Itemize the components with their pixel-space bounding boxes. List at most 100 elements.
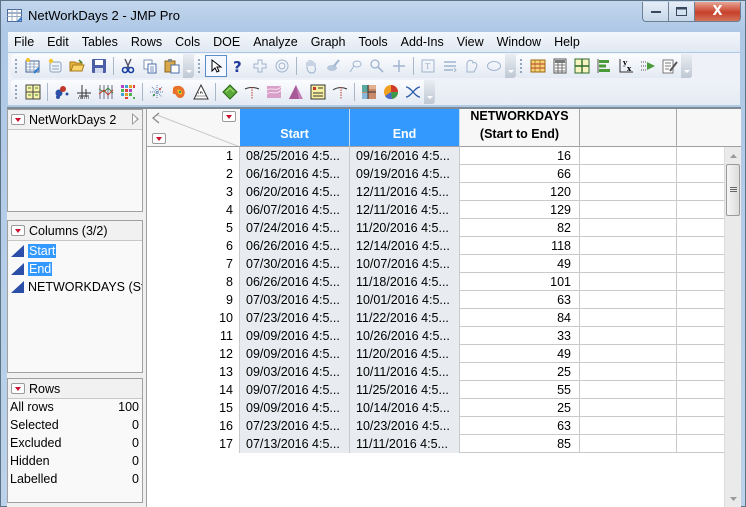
cell-end[interactable]: 09/16/2016 4:5...: [350, 147, 460, 165]
row-number[interactable]: 11: [147, 327, 240, 345]
cell-networkdays[interactable]: 63: [460, 291, 580, 309]
table-row[interactable]: 13 09/03/2016 4:5... 10/11/2016 4:5... 25: [147, 363, 733, 381]
cell-empty[interactable]: [580, 435, 677, 453]
cross-curve-button[interactable]: [402, 81, 424, 103]
row-number[interactable]: 10: [147, 309, 240, 327]
table-row[interactable]: 2 06/16/2016 4:5... 09/19/2016 4:5... 66: [147, 165, 733, 183]
column-header-empty[interactable]: [677, 109, 741, 147]
cell-end[interactable]: 11/11/2016 4:5...: [350, 435, 460, 453]
cell-empty[interactable]: [580, 309, 677, 327]
table-row[interactable]: 7 07/30/2016 4:5... 10/07/2016 4:5... 49: [147, 255, 733, 273]
scroll-thumb[interactable]: [726, 164, 740, 216]
pie-chart-button[interactable]: [380, 81, 402, 103]
cell-empty[interactable]: [580, 399, 677, 417]
help-tool-button[interactable]: ?: [227, 55, 249, 77]
cell-start[interactable]: 06/20/2016 4:5...: [240, 183, 350, 201]
cell-end[interactable]: 10/23/2016 4:5...: [350, 417, 460, 435]
row-number[interactable]: 16: [147, 417, 240, 435]
calculator-button[interactable]: [549, 55, 571, 77]
cell-end[interactable]: 12/11/2016 4:5...: [350, 183, 460, 201]
scatter-burst-button[interactable]: [146, 81, 168, 103]
row-number[interactable]: 15: [147, 399, 240, 417]
table-row[interactable]: 1 08/25/2016 4:5... 09/16/2016 4:5... 16: [147, 147, 733, 165]
plus-tool-button[interactable]: [388, 55, 410, 77]
ternary-button[interactable]: [190, 81, 212, 103]
contour-button[interactable]: [168, 81, 190, 103]
cell-start[interactable]: 09/09/2016 4:5...: [240, 327, 350, 345]
vertical-scrollbar[interactable]: [724, 147, 741, 507]
crosshair-tool-button[interactable]: [249, 55, 271, 77]
new-script-button[interactable]: [44, 55, 66, 77]
annotate-tool-button[interactable]: T: [417, 55, 439, 77]
cell-empty[interactable]: [580, 381, 677, 399]
cell-networkdays[interactable]: 55: [460, 381, 580, 399]
cell-end[interactable]: 10/01/2016 4:5...: [350, 291, 460, 309]
data-table-button[interactable]: [527, 55, 549, 77]
menu-view[interactable]: View: [450, 35, 490, 49]
row-number[interactable]: 14: [147, 381, 240, 399]
table-row[interactable]: 16 07/23/2016 4:5... 10/23/2016 4:5... 63: [147, 417, 733, 435]
cell-networkdays[interactable]: 82: [460, 219, 580, 237]
cell-start[interactable]: 06/26/2016 4:5...: [240, 273, 350, 291]
column-header-start[interactable]: Start: [240, 109, 350, 147]
cut-button[interactable]: [117, 55, 139, 77]
toolbar-grip[interactable]: [197, 58, 202, 74]
row-number[interactable]: 6: [147, 237, 240, 255]
row-number[interactable]: 3: [147, 183, 240, 201]
cell-start[interactable]: 07/03/2016 4:5...: [240, 291, 350, 309]
edit-script-button[interactable]: [659, 55, 681, 77]
triangle-button[interactable]: [285, 81, 307, 103]
close-button[interactable]: X: [695, 2, 741, 22]
profiler-button[interactable]: [241, 81, 263, 103]
cell-start[interactable]: 07/30/2016 4:5...: [240, 255, 350, 273]
toolbar-grip[interactable]: [14, 58, 19, 74]
cell-empty[interactable]: [580, 363, 677, 381]
menu-analyze[interactable]: Analyze: [246, 35, 303, 49]
menu-file[interactable]: File: [8, 35, 40, 49]
cell-end[interactable]: 12/11/2016 4:5...: [350, 201, 460, 219]
table-row[interactable]: 17 07/13/2016 4:5... 11/11/2016 4:5... 85: [147, 435, 733, 453]
formula-yx-button[interactable]: yx: [615, 55, 637, 77]
layout-grid-button[interactable]: [22, 81, 44, 103]
profiler2-button[interactable]: [329, 81, 351, 103]
cell-empty[interactable]: [580, 417, 677, 435]
scatter-button[interactable]: [51, 81, 73, 103]
columns-header-red-triangle[interactable]: [222, 111, 236, 122]
cell-networkdays[interactable]: 84: [460, 309, 580, 327]
cell-networkdays[interactable]: 120: [460, 183, 580, 201]
minimize-button[interactable]: [642, 2, 669, 22]
cell-networkdays[interactable]: 25: [460, 399, 580, 417]
cell-end[interactable]: 09/19/2016 4:5...: [350, 165, 460, 183]
toolbar-grip[interactable]: [519, 58, 524, 74]
table-row[interactable]: 4 06/07/2016 4:5... 12/11/2016 4:5... 129: [147, 201, 733, 219]
row-number[interactable]: 17: [147, 435, 240, 453]
cell-end[interactable]: 11/20/2016 4:5...: [350, 345, 460, 363]
maximize-button[interactable]: [669, 2, 695, 22]
toolbar-grip[interactable]: [14, 84, 19, 100]
cell-start[interactable]: 07/24/2016 4:5...: [240, 219, 350, 237]
menu-cols[interactable]: Cols: [168, 35, 206, 49]
cell-end[interactable]: 11/18/2016 4:5...: [350, 273, 460, 291]
rows-red-triangle-menu[interactable]: [11, 383, 25, 394]
copy-button[interactable]: [139, 55, 161, 77]
line-tool-button[interactable]: [439, 55, 461, 77]
toolbar-overflow-button[interactable]: [424, 80, 435, 104]
surface-button[interactable]: [263, 81, 285, 103]
toolbar-overflow-button[interactable]: [183, 54, 194, 78]
menu-window[interactable]: Window: [490, 35, 547, 49]
row-number[interactable]: 2: [147, 165, 240, 183]
cell-start[interactable]: 09/07/2016 4:5...: [240, 381, 350, 399]
menu-rows[interactable]: Rows: [124, 35, 168, 49]
lasso-tool-button[interactable]: [344, 55, 366, 77]
cell-start[interactable]: 07/23/2016 4:5...: [240, 417, 350, 435]
table-row[interactable]: 8 06/26/2016 4:5... 11/18/2016 4:5... 101: [147, 273, 733, 291]
cell-empty[interactable]: [580, 165, 677, 183]
cell-empty[interactable]: [580, 345, 677, 363]
cell-networkdays[interactable]: 16: [460, 147, 580, 165]
new-data-table-button[interactable]: [22, 55, 44, 77]
column-item-start[interactable]: Start: [8, 242, 142, 260]
cell-end[interactable]: 10/11/2016 4:5...: [350, 363, 460, 381]
polygon-tool-button[interactable]: [461, 55, 483, 77]
table-row[interactable]: 12 09/09/2016 4:5... 11/20/2016 4:5... 49: [147, 345, 733, 363]
row-number[interactable]: 4: [147, 201, 240, 219]
